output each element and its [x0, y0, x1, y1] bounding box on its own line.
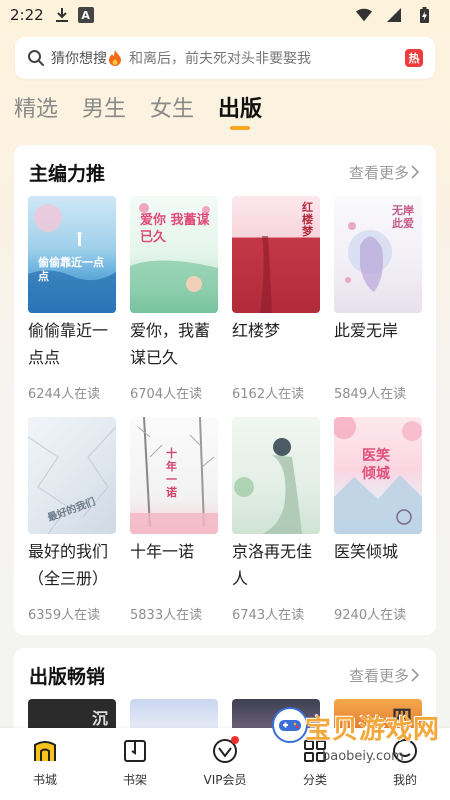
book-cover[interactable]: 医笑倾城: [334, 417, 422, 534]
book-item[interactable]: 无岸此爱 此爱无岸 5849人在读: [334, 196, 422, 402]
editor-picks-section: 主编力推 查看更多 偷偷靠近一点点 偷偷靠近一点点 6244人在读 爱你 我蓄谋…: [14, 145, 436, 635]
book-item[interactable]: 爱你 我蓄谋已久 爱你，我蓄谋已久 6704人在读: [130, 196, 218, 402]
tab-female[interactable]: 女生: [150, 92, 194, 132]
nav-label: 我的: [392, 773, 417, 787]
cover-title: 无岸此爱: [392, 204, 414, 230]
reader-count: 6743人在读: [232, 608, 305, 623]
reader-count: 5849人在读: [334, 387, 407, 402]
cover-title: 四: [392, 705, 412, 729]
app-a-icon: A: [77, 7, 94, 23]
bookstore-icon: [30, 736, 60, 766]
book-title: 红楼梦: [232, 321, 281, 340]
hot-badge: 热: [405, 49, 423, 67]
cover-title: 爱你 我蓄谋已久: [140, 213, 210, 245]
cover-title: 十年一诺: [166, 447, 177, 499]
vip-icon: [210, 736, 240, 766]
search-bar[interactable]: 猜你想搜 和离后，前夫死对头非要娶我 热: [15, 37, 435, 79]
book-cover[interactable]: [130, 699, 218, 729]
book-title: 此爱无岸: [334, 321, 399, 340]
flame-icon: [108, 50, 122, 66]
nav-vip[interactable]: VIP会员: [185, 736, 265, 788]
book-cover[interactable]: [232, 699, 320, 729]
book-item[interactable]: 京洛再无佳人 6743人在读: [232, 417, 320, 623]
search-suggestion[interactable]: 和离后，前夫死对头非要娶我: [129, 48, 311, 68]
book-title: 十年一诺: [130, 542, 195, 561]
wifi-icon: [356, 7, 372, 23]
see-more-label: 查看更多: [348, 163, 409, 182]
book-item[interactable]: 医笑倾城 医笑倾城 9240人在读: [334, 417, 422, 623]
nav-label: 书架: [122, 773, 147, 787]
cover-title: 医笑倾城: [362, 448, 390, 482]
see-more-link[interactable]: 查看更多: [349, 665, 421, 686]
reader-count: 6244人在读: [28, 387, 101, 402]
book-cover[interactable]: 四: [334, 699, 422, 729]
tab-featured[interactable]: 精选: [14, 92, 58, 132]
book-cover[interactable]: 偷偷靠近一点点: [28, 196, 116, 313]
cover-title: 偷偷靠近一点点: [38, 256, 104, 283]
book-cover[interactable]: 无岸此爱: [334, 196, 422, 313]
status-bar: 2:22 A: [0, 0, 450, 30]
section-title: 主编力推: [29, 162, 106, 185]
chevron-right-icon: [411, 165, 421, 179]
nav-profile[interactable]: 我的: [365, 736, 445, 788]
download-icon: [54, 7, 70, 23]
signal-icon: [386, 7, 402, 23]
book-cover[interactable]: 沉: [28, 699, 116, 729]
book-cover[interactable]: 最好的我们: [28, 417, 116, 534]
book-cover[interactable]: [232, 417, 320, 534]
reader-count: 9240人在读: [334, 608, 407, 623]
bottom-navigation: 书城 书架 VIP会员 分类 我的: [0, 728, 450, 800]
battery-icon: [416, 7, 432, 23]
book-item[interactable]: 最好的我们 最好的我们（全三册） 6359人在读: [28, 417, 116, 623]
book-title: 医笑倾城: [334, 542, 399, 561]
bookshelf-icon: [120, 736, 150, 766]
section-title: 出版畅销: [29, 665, 106, 688]
nav-label: VIP会员: [203, 773, 247, 787]
nav-bookshelf[interactable]: 书架: [95, 736, 175, 788]
book-title: 最好的我们（全三册）: [28, 542, 109, 588]
reader-count: 6359人在读: [28, 608, 101, 623]
book-item[interactable]: 十年一诺 十年一诺 5833人在读: [130, 417, 218, 623]
see-more-link[interactable]: 查看更多: [349, 162, 421, 183]
book-title: 京洛再无佳人: [232, 542, 313, 588]
book-title: 偷偷靠近一点点: [28, 321, 109, 367]
chevron-right-icon: [411, 668, 421, 682]
tab-male[interactable]: 男生: [82, 92, 126, 132]
book-cover[interactable]: 爱你 我蓄谋已久: [130, 196, 218, 313]
book-title: 爱你，我蓄谋已久: [130, 321, 211, 367]
search-icon: [27, 49, 45, 67]
nav-label: 分类: [302, 773, 327, 787]
book-item[interactable]: 红楼梦 红楼梦 6162人在读: [232, 196, 320, 402]
cover-title: 红楼梦: [302, 201, 313, 238]
profile-icon: [390, 736, 420, 766]
notification-dot: [231, 736, 239, 744]
nav-label: 书城: [32, 773, 57, 787]
nav-bookstore[interactable]: 书城: [5, 736, 85, 788]
tab-published[interactable]: 出版: [218, 92, 262, 132]
see-more-label: 查看更多: [348, 666, 409, 685]
status-time: 2:22: [10, 6, 44, 24]
reader-count: 5833人在读: [130, 608, 203, 623]
category-icon: [300, 736, 330, 766]
book-cover[interactable]: 红楼梦: [232, 196, 320, 313]
nav-category[interactable]: 分类: [275, 736, 355, 788]
book-cover[interactable]: 十年一诺: [130, 417, 218, 534]
reader-count: 6704人在读: [130, 387, 203, 402]
search-hint-label: 猜你想搜: [51, 51, 107, 67]
cover-title: 沉: [91, 709, 108, 728]
category-tabs: 精选 男生 女生 出版: [14, 92, 286, 132]
section-header: 出版畅销 查看更多: [29, 660, 421, 690]
book-item[interactable]: 偷偷靠近一点点 偷偷靠近一点点 6244人在读: [28, 196, 116, 402]
section-header: 主编力推 查看更多: [29, 157, 421, 187]
reader-count: 6162人在读: [232, 387, 305, 402]
